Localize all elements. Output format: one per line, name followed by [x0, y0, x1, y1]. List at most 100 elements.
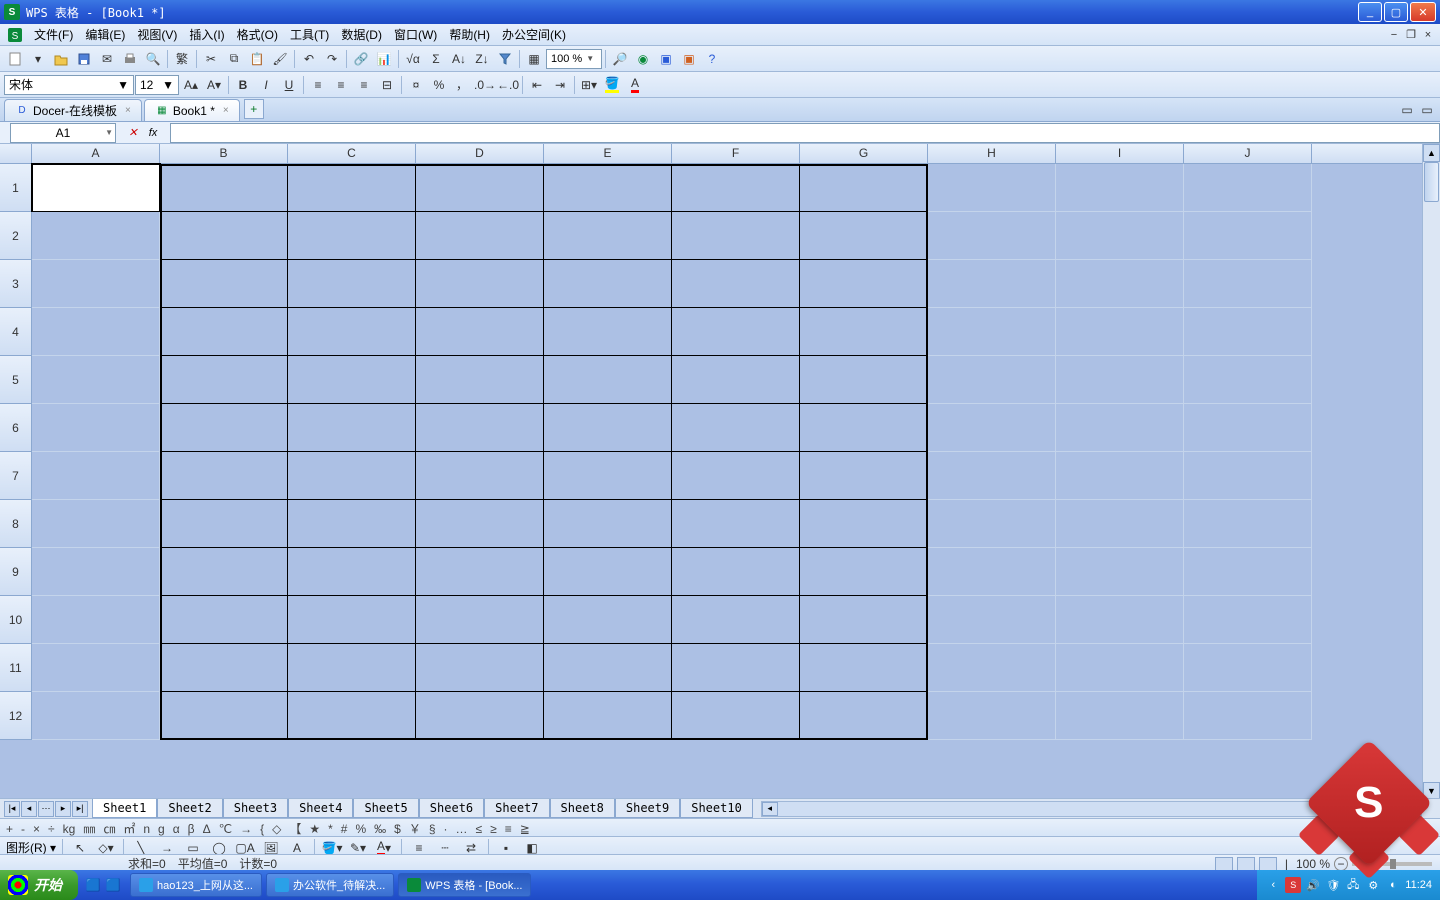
undo-icon[interactable]: ↶	[298, 48, 320, 70]
tray-clock[interactable]: 11:24	[1405, 879, 1432, 891]
cell[interactable]	[416, 644, 544, 692]
cell[interactable]	[160, 500, 288, 548]
cell[interactable]	[1184, 692, 1312, 740]
prev-sheet-button[interactable]: ◂	[21, 801, 37, 817]
sheet-tab[interactable]: Sheet7	[484, 799, 549, 818]
cell[interactable]	[1184, 164, 1312, 212]
col-header-J[interactable]: J	[1184, 144, 1312, 163]
cell[interactable]	[800, 308, 928, 356]
web-icon[interactable]: ◉	[632, 48, 654, 70]
cell[interactable]	[160, 548, 288, 596]
symbol-button[interactable]: α	[173, 822, 180, 836]
cell[interactable]	[800, 548, 928, 596]
symbol-button[interactable]: §	[429, 822, 436, 836]
cell[interactable]	[1056, 308, 1184, 356]
cell[interactable]	[416, 356, 544, 404]
cell[interactable]	[32, 164, 160, 212]
cell[interactable]	[160, 692, 288, 740]
cell[interactable]	[1056, 212, 1184, 260]
font-color-icon[interactable]: A	[624, 74, 646, 96]
cell[interactable]	[32, 452, 160, 500]
cell[interactable]	[928, 356, 1056, 404]
symbol-button[interactable]: *	[328, 822, 333, 836]
hyperlink-icon[interactable]: 🔗	[350, 48, 372, 70]
cell[interactable]	[544, 548, 672, 596]
cell[interactable]	[672, 644, 800, 692]
cell[interactable]	[288, 548, 416, 596]
scroll-thumb[interactable]	[1424, 162, 1439, 202]
cell[interactable]	[1184, 308, 1312, 356]
menu-w[interactable]: 窗口(W)	[388, 24, 443, 45]
increase-font-icon[interactable]: A▴	[180, 74, 202, 96]
cell[interactable]	[928, 452, 1056, 500]
sort-desc-icon[interactable]: Z↓	[471, 48, 493, 70]
cell[interactable]	[1184, 356, 1312, 404]
cell[interactable]	[416, 452, 544, 500]
first-sheet-button[interactable]: |◂	[4, 801, 20, 817]
cell[interactable]	[1184, 260, 1312, 308]
cell[interactable]	[672, 212, 800, 260]
cell[interactable]	[800, 692, 928, 740]
new-dropdown-icon[interactable]: ▾	[27, 48, 49, 70]
row-header[interactable]: 2	[0, 212, 32, 260]
menu-e[interactable]: 编辑(E)	[79, 24, 131, 45]
cell[interactable]	[928, 500, 1056, 548]
col-header-I[interactable]: I	[1056, 144, 1184, 163]
col-header-A[interactable]: A	[32, 144, 160, 163]
taskbar-item[interactable]: 办公软件_待解决...	[266, 873, 394, 897]
last-sheet-button[interactable]: ▸|	[72, 801, 88, 817]
horizontal-scrollbar[interactable]: ◂ ▸	[761, 801, 1422, 817]
cell[interactable]	[928, 548, 1056, 596]
sort-asc-icon[interactable]: A↓	[448, 48, 470, 70]
cell[interactable]	[544, 404, 672, 452]
cell[interactable]	[544, 212, 672, 260]
view-normal-icon[interactable]	[1215, 857, 1233, 871]
symbol-button[interactable]: ㎝	[103, 820, 115, 837]
cell[interactable]	[288, 260, 416, 308]
tray-misc2-icon[interactable]: ◐	[1385, 877, 1401, 893]
cell[interactable]	[544, 164, 672, 212]
cell[interactable]	[544, 692, 672, 740]
cell[interactable]	[800, 452, 928, 500]
redo-icon[interactable]: ↷	[321, 48, 343, 70]
menu-f[interactable]: 文件(F)	[28, 24, 79, 45]
cell[interactable]	[928, 308, 1056, 356]
cell[interactable]	[288, 644, 416, 692]
taskbar-item[interactable]: hao123_上网从这...	[130, 873, 262, 897]
cell[interactable]	[1056, 500, 1184, 548]
cell[interactable]	[32, 596, 160, 644]
cell[interactable]	[160, 356, 288, 404]
next-sheet-button[interactable]: ▸	[55, 801, 71, 817]
cell[interactable]	[1056, 548, 1184, 596]
menu-v[interactable]: 视图(V)	[131, 24, 183, 45]
quicklaunch-icon[interactable]: 🟦	[104, 874, 122, 896]
close-tab-icon[interactable]: ×	[223, 105, 229, 116]
symbol-button[interactable]: ×	[33, 822, 40, 836]
menu-o[interactable]: 格式(O)	[231, 24, 284, 45]
tab-option2-icon[interactable]: ▭	[1418, 101, 1436, 119]
cell[interactable]	[32, 500, 160, 548]
menu-d[interactable]: 数据(D)	[335, 24, 388, 45]
cell[interactable]	[1056, 692, 1184, 740]
row-header[interactable]: 5	[0, 356, 32, 404]
row-header[interactable]: 12	[0, 692, 32, 740]
cell[interactable]	[672, 404, 800, 452]
row-header[interactable]: 1	[0, 164, 32, 212]
menu-k[interactable]: 办公空间(K)	[496, 24, 572, 45]
close-button[interactable]: ✕	[1410, 2, 1436, 22]
word-icon[interactable]: ▣	[655, 48, 677, 70]
cell[interactable]	[1184, 212, 1312, 260]
zoom-combo[interactable]: 100 %▼	[546, 49, 602, 69]
cell[interactable]	[1184, 596, 1312, 644]
cell[interactable]	[800, 596, 928, 644]
cell[interactable]	[288, 452, 416, 500]
symbol-button[interactable]: Δ	[203, 822, 211, 836]
decrease-indent-icon[interactable]: ⇤	[526, 74, 548, 96]
cell[interactable]	[672, 596, 800, 644]
tray-ime-icon[interactable]: S	[1285, 877, 1301, 893]
format-painter-icon[interactable]: 🖌	[269, 48, 291, 70]
symbol-button[interactable]: #	[341, 822, 348, 836]
cell[interactable]	[672, 308, 800, 356]
cell[interactable]	[416, 164, 544, 212]
ppt-icon[interactable]: ▣	[678, 48, 700, 70]
